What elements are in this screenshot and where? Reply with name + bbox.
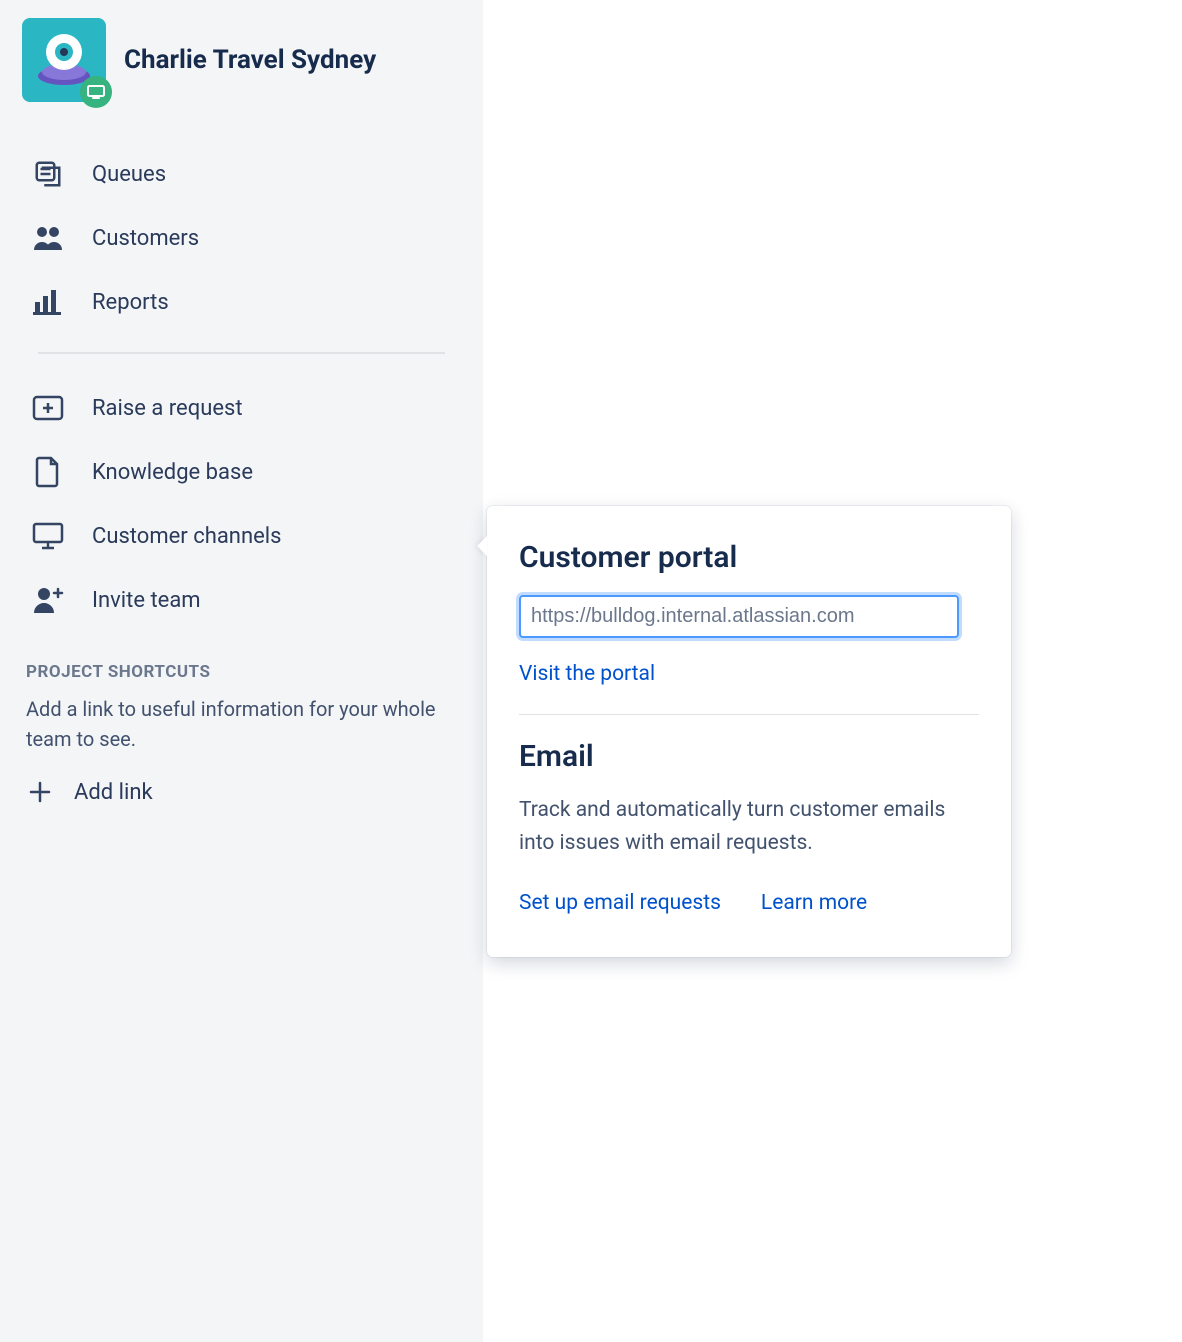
nav-raise-request[interactable]: Raise a request <box>0 376 483 440</box>
document-icon <box>30 454 66 490</box>
divider <box>519 714 979 715</box>
nav-customers[interactable]: Customers <box>0 206 483 270</box>
customer-portal-heading: Customer portal <box>519 540 979 575</box>
nav-item-label: Invite team <box>92 588 201 613</box>
nav-invite-team[interactable]: Invite team <box>0 568 483 632</box>
project-avatar <box>22 18 106 102</box>
customer-portal-url-input[interactable] <box>519 595 959 638</box>
invite-team-icon <box>30 582 66 618</box>
nav-item-label: Queues <box>92 162 166 187</box>
nav-primary: Queues Customers <box>0 122 483 334</box>
shortcuts-heading: PROJECT SHORTCUTS <box>0 632 483 688</box>
add-link-button[interactable]: Add link <box>0 772 483 812</box>
nav-customer-channels[interactable]: Customer channels <box>0 504 483 568</box>
customer-channels-popover: Customer portal Visit the portal Email T… <box>487 506 1011 957</box>
queues-icon <box>30 156 66 192</box>
nav-item-label: Raise a request <box>92 396 243 421</box>
nav-item-label: Reports <box>92 290 169 315</box>
divider <box>38 352 445 354</box>
plus-icon <box>26 778 54 806</box>
nav-item-label: Customers <box>92 226 199 251</box>
reports-icon <box>30 284 66 320</box>
add-link-label: Add link <box>74 780 153 805</box>
nav-secondary: Raise a request Knowledge base Customer … <box>0 376 483 632</box>
setup-email-requests-link[interactable]: Set up email requests <box>519 891 721 915</box>
email-description: Track and automatically turn customer em… <box>519 794 979 859</box>
project-header: Charlie Travel Sydney <box>0 18 483 122</box>
nav-queues[interactable]: Queues <box>0 142 483 206</box>
email-heading: Email <box>519 739 979 774</box>
learn-more-link[interactable]: Learn more <box>761 891 867 915</box>
sidebar: Charlie Travel Sydney Queues <box>0 0 483 1342</box>
shortcuts-description: Add a link to useful information for you… <box>0 688 483 772</box>
email-actions: Set up email requests Learn more <box>519 891 979 915</box>
project-title: Charlie Travel Sydney <box>124 45 376 75</box>
nav-knowledge-base[interactable]: Knowledge base <box>0 440 483 504</box>
service-desk-badge-icon <box>80 76 112 108</box>
raise-request-icon <box>30 390 66 426</box>
customers-icon <box>30 220 66 256</box>
nav-item-label: Knowledge base <box>92 460 253 485</box>
visit-portal-link[interactable]: Visit the portal <box>519 662 655 686</box>
monitor-icon <box>30 518 66 554</box>
nav-reports[interactable]: Reports <box>0 270 483 334</box>
nav-item-label: Customer channels <box>92 524 281 549</box>
